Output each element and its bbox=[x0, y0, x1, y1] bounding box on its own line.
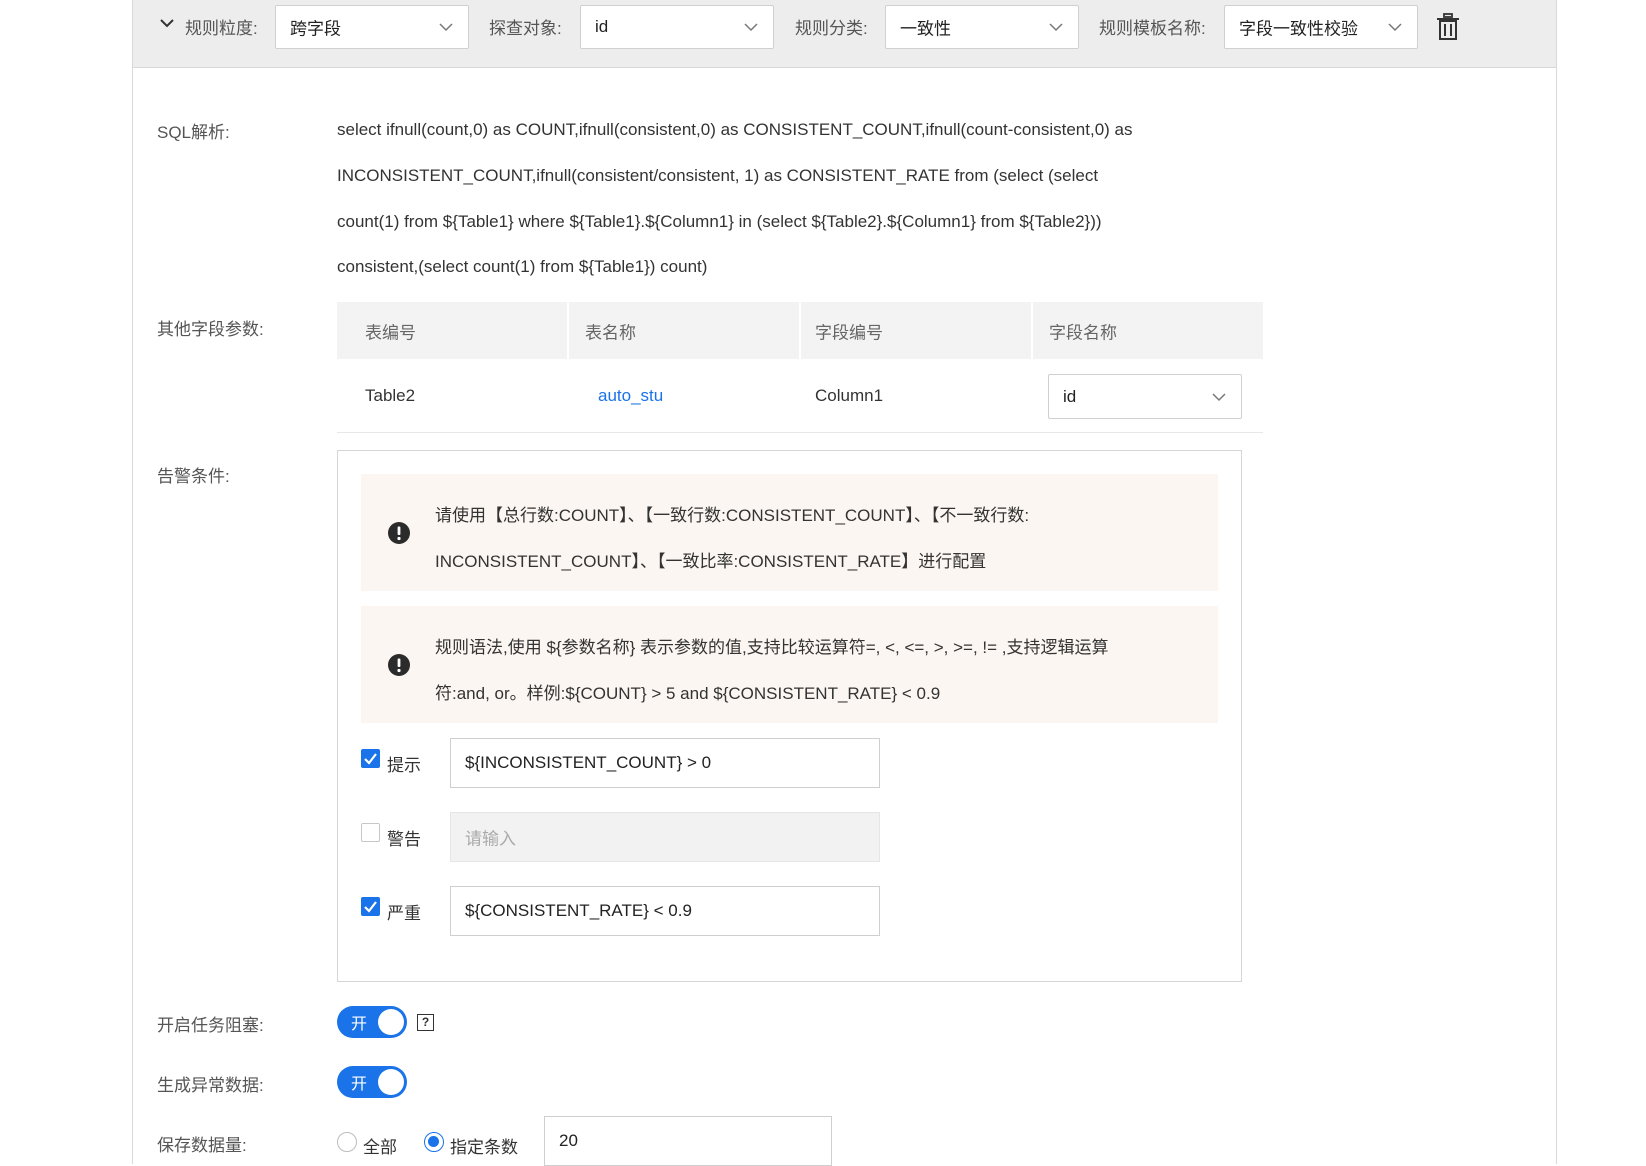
category-label: 规则分类: bbox=[795, 19, 868, 38]
warning-condition-input[interactable]: 请输入 bbox=[450, 812, 880, 862]
target-label: 探查对象: bbox=[489, 19, 562, 38]
template-select[interactable]: 字段一致性校验 bbox=[1224, 5, 1418, 49]
sql-line: INCONSISTENT_COUNT,ifnull(consistent/con… bbox=[337, 166, 1099, 185]
header-text: 表名称 bbox=[585, 323, 636, 342]
chevron-down-icon[interactable] bbox=[159, 15, 175, 31]
granularity-select[interactable]: 跨字段 bbox=[275, 5, 469, 49]
chevron-down-icon bbox=[1212, 392, 1226, 401]
table-name-link[interactable]: auto_stu bbox=[598, 386, 663, 406]
category-value: 一致性 bbox=[900, 19, 951, 39]
save-count-input[interactable]: 20 bbox=[544, 1116, 832, 1166]
field-name-value: id bbox=[1063, 386, 1077, 406]
other-params-label: 其他字段参数: bbox=[157, 320, 264, 339]
severe-condition-value: ${CONSISTENT_RATE} < 0.9 bbox=[465, 901, 692, 920]
target-select[interactable]: id bbox=[580, 5, 774, 49]
table-row-divider bbox=[337, 432, 1263, 433]
severe-checkbox[interactable] bbox=[361, 897, 380, 916]
notice-text: 规则语法,使用 ${参数名称} 表示参数的值,支持比较运算符=, <, <=, … bbox=[435, 638, 1109, 657]
warning-checkbox[interactable] bbox=[361, 823, 380, 842]
sql-line: consistent,(select count(1) from ${Table… bbox=[337, 257, 708, 276]
exclamation-circle-icon bbox=[388, 522, 410, 544]
notice-text: 符:and, or。样例:${COUNT} > 5 and ${CONSISTE… bbox=[435, 684, 941, 703]
severe-label: 严重 bbox=[387, 904, 421, 923]
table-header-cell: 表编号 bbox=[337, 302, 567, 359]
save-specified-radio[interactable] bbox=[424, 1132, 444, 1152]
trash-icon[interactable] bbox=[1435, 13, 1461, 41]
granularity-label: 规则粒度: bbox=[185, 19, 258, 38]
sql-line: count(1) from ${Table1} where ${Table1}.… bbox=[337, 212, 1102, 231]
hint-condition-value: ${INCONSISTENT_COUNT} > 0 bbox=[465, 753, 712, 772]
warning-label: 警告 bbox=[387, 830, 421, 849]
rule-toolbar: 规则粒度: 跨字段 探查对象: id 规则分类: 一致性 规则模板名称: 字段一… bbox=[133, 0, 1556, 68]
gen-abnormal-label: 生成异常数据: bbox=[157, 1076, 264, 1095]
chevron-down-icon bbox=[1388, 23, 1402, 32]
check-icon bbox=[364, 753, 377, 765]
notice-banner: 规则语法,使用 ${参数名称} 表示参数的值,支持比较运算符=, <, <=, … bbox=[361, 606, 1218, 723]
table-header-cell: 字段编号 bbox=[801, 302, 1031, 359]
help-icon[interactable]: ? bbox=[417, 1014, 434, 1031]
hint-checkbox[interactable] bbox=[361, 749, 380, 768]
block-task-label: 开启任务阻塞: bbox=[157, 1016, 264, 1035]
chevron-down-icon bbox=[744, 23, 758, 32]
notice-banner: 请使用【总行数:COUNT】、【一致行数:CONSISTENT_COUNT】、【… bbox=[361, 474, 1218, 591]
check-icon bbox=[364, 901, 377, 913]
save-specified-label: 指定条数 bbox=[450, 1138, 518, 1157]
template-label: 规则模板名称: bbox=[1099, 19, 1206, 38]
hint-label: 提示 bbox=[387, 756, 421, 775]
alarm-label: 告警条件: bbox=[157, 467, 230, 486]
hint-condition-input[interactable]: ${INCONSISTENT_COUNT} > 0 bbox=[450, 738, 880, 788]
sql-label: SQL解析: bbox=[157, 123, 230, 142]
template-value: 字段一致性校验 bbox=[1239, 19, 1358, 39]
table-header-cell: 表名称 bbox=[569, 302, 799, 359]
save-amount-label: 保存数据量: bbox=[157, 1136, 247, 1155]
granularity-value: 跨字段 bbox=[290, 19, 341, 39]
table-no-cell: Table2 bbox=[365, 386, 416, 405]
category-select[interactable]: 一致性 bbox=[885, 5, 1079, 49]
table-header-cell: 字段名称 bbox=[1033, 302, 1263, 359]
save-all-label: 全部 bbox=[363, 1138, 397, 1157]
severe-condition-input[interactable]: ${CONSISTENT_RATE} < 0.9 bbox=[450, 886, 880, 936]
sql-line: select ifnull(count,0) as COUNT,ifnull(c… bbox=[337, 120, 1133, 139]
target-value: id bbox=[595, 17, 609, 36]
notice-text: 请使用【总行数:COUNT】、【一致行数:CONSISTENT_COUNT】、【… bbox=[435, 506, 1030, 525]
header-text: 字段名称 bbox=[1049, 323, 1117, 342]
gen-abnormal-toggle[interactable]: 开 bbox=[337, 1066, 407, 1098]
block-task-toggle[interactable]: 开 bbox=[337, 1006, 407, 1038]
field-name-select[interactable]: id bbox=[1048, 374, 1242, 419]
warning-condition-placeholder: 请输入 bbox=[465, 829, 516, 849]
alarm-conditions-box: 请使用【总行数:COUNT】、【一致行数:CONSISTENT_COUNT】、【… bbox=[337, 450, 1242, 982]
header-text: 字段编号 bbox=[815, 323, 883, 342]
chevron-down-icon bbox=[1049, 23, 1063, 32]
save-count-value: 20 bbox=[559, 1131, 578, 1150]
toggle-knob bbox=[378, 1069, 404, 1095]
toggle-text: 开 bbox=[351, 1016, 368, 1033]
field-no-cell: Column1 bbox=[815, 386, 884, 405]
toggle-knob bbox=[378, 1009, 404, 1035]
save-all-radio[interactable] bbox=[337, 1132, 357, 1152]
rule-config-panel: 规则粒度: 跨字段 探查对象: id 规则分类: 一致性 规则模板名称: 字段一… bbox=[132, 0, 1557, 1166]
notice-text: INCONSISTENT_COUNT】、【一致比率:CONSISTENT_RAT… bbox=[435, 552, 987, 571]
header-text: 表编号 bbox=[365, 323, 416, 342]
toggle-text: 开 bbox=[351, 1076, 368, 1093]
exclamation-circle-icon bbox=[388, 654, 410, 676]
chevron-down-icon bbox=[439, 23, 453, 32]
